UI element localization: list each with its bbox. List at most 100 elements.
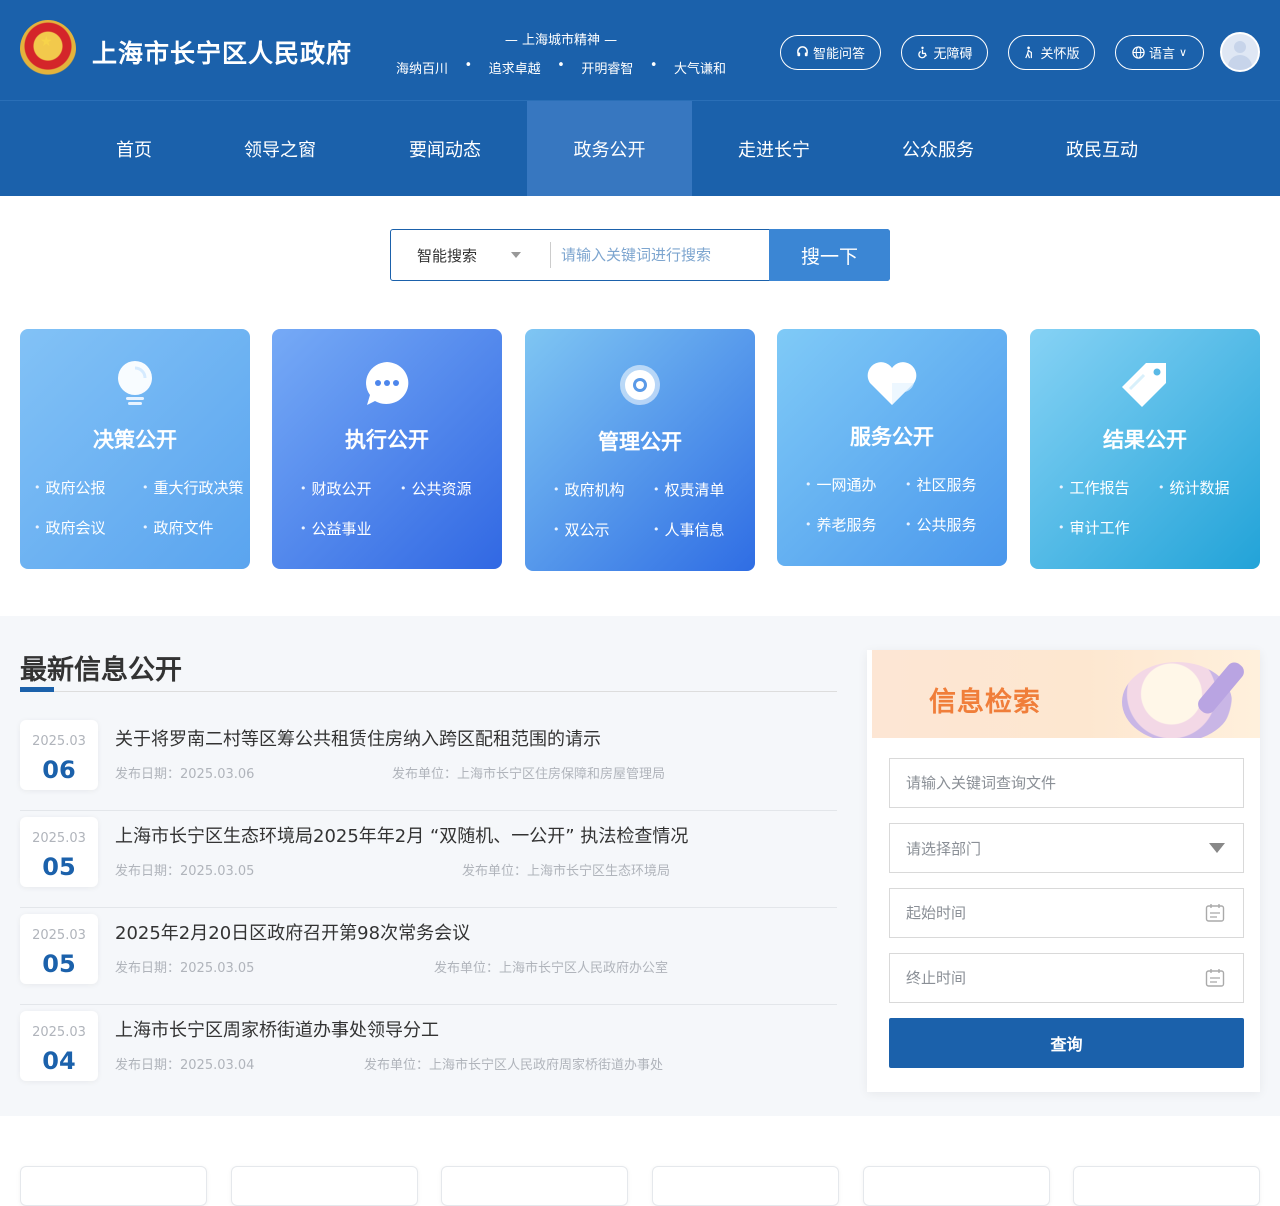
bottom-tile[interactable] (652, 1166, 839, 1206)
date-badge: 2025.03 06 (20, 720, 98, 790)
user-avatar[interactable] (1220, 32, 1260, 72)
card-link[interactable]: 重大行政决策 (142, 477, 250, 498)
start-date-field (889, 888, 1244, 938)
chevron-down-icon: ∨ (1178, 46, 1188, 59)
calendar-icon[interactable] (1205, 903, 1225, 923)
card-link[interactable]: 统计数据 (1158, 477, 1258, 498)
news-item[interactable]: 2025.03 06 关于将罗南二村等区筹公共租赁住房纳入跨区配租范围的请示 发… (20, 715, 837, 811)
card-link[interactable]: 财政公开 (300, 478, 400, 499)
keyword-field (889, 758, 1244, 808)
card-link[interactable]: 公共服务 (905, 514, 1005, 535)
news-title[interactable]: 上海市长宁区生态环境局2025年年2月 “双随机、一公开” 执法检查情况 (115, 822, 688, 848)
card-link[interactable]: 双公示 (553, 519, 653, 540)
card-link[interactable]: 政府公报 (34, 477, 142, 498)
card-title: 结果公开 (1103, 428, 1187, 452)
date-year-month: 2025.03 (32, 928, 86, 943)
date-day: 06 (42, 756, 76, 784)
avatar-body-shape (1228, 55, 1252, 70)
tag-icon (1122, 363, 1166, 407)
card-link[interactable]: 社区服务 (905, 474, 1005, 495)
search-mode-select[interactable]: 智能搜索 (417, 230, 477, 280)
card-link[interactable]: 人事信息 (653, 519, 753, 540)
card-link[interactable]: 一网通办 (805, 474, 905, 495)
language-button[interactable]: 语言 ∨ (1115, 35, 1204, 70)
search-button[interactable]: 搜一下 (769, 229, 890, 281)
keyword-input[interactable] (890, 759, 1243, 807)
accessibility-button[interactable]: 无障碍 (901, 35, 988, 70)
category-card-service[interactable]: 服务公开 一网通办 社区服务 养老服务 公共服务 (777, 329, 1007, 566)
language-label: 语言 (1148, 47, 1175, 62)
separator-dot: • (649, 58, 658, 73)
accessibility-label: 无障碍 (933, 47, 973, 62)
card-title: 服务公开 (850, 425, 934, 449)
card-link[interactable]: 权责清单 (653, 479, 753, 500)
search-input[interactable] (561, 231, 766, 279)
date-day: 05 (42, 853, 76, 881)
bottom-tile[interactable] (1073, 1166, 1260, 1206)
news-publish-date: 发布日期：2025.03.04 (115, 1058, 255, 1073)
date-day: 04 (42, 1047, 76, 1075)
nav-item-news[interactable]: 要闻动态 (363, 101, 527, 196)
card-link[interactable]: 审计工作 (1058, 517, 1158, 538)
news-title[interactable]: 2025年2月20日区政府召开第98次常务会议 (115, 919, 470, 945)
divider (550, 242, 551, 268)
caret-down-icon (1209, 843, 1225, 853)
news-item[interactable]: 2025.03 04 上海市长宁区周家桥街道办事处领导分工 发布日期：2025.… (20, 1006, 837, 1102)
headset-icon (797, 46, 808, 57)
news-item[interactable]: 2025.03 05 2025年2月20日区政府召开第98次常务会议 发布日期：… (20, 909, 837, 1005)
nav-item-leaders[interactable]: 领导之窗 (198, 101, 362, 196)
site-title[interactable]: 上海市长宁区人民政府 (92, 34, 352, 70)
card-link[interactable]: 公共资源 (400, 478, 500, 499)
gear-icon (620, 365, 660, 405)
globe-icon (1132, 46, 1145, 59)
department-select-value: 请选择部门 (906, 839, 982, 858)
card-link[interactable]: 工作报告 (1058, 477, 1158, 498)
category-card-result[interactable]: 结果公开 工作报告 统计数据 审计工作 (1030, 329, 1260, 569)
divider (20, 691, 837, 692)
city-spirit-list: 海纳百川 • 追求卓越 • 开明睿智 • 大气谦和 (396, 58, 726, 77)
city-spirit-title: — 上海城市精神 — (504, 33, 618, 48)
retrieval-banner: 信息检索 (872, 650, 1260, 738)
city-spirit-item: 追求卓越 (488, 62, 541, 77)
department-select[interactable]: 请选择部门 (889, 823, 1244, 873)
card-link[interactable]: 公益事业 (300, 518, 400, 539)
category-card-decision[interactable]: 决策公开 政府公报 重大行政决策 政府会议 政府文件 (20, 329, 250, 569)
city-spirit-item: 海纳百川 (396, 62, 449, 77)
nav-item-about-changning[interactable]: 走进长宁 (692, 101, 856, 196)
nav-item-gov-affairs[interactable]: 政务公开 (527, 101, 692, 196)
caret-down-icon[interactable] (511, 252, 521, 258)
title-underline-accent (20, 687, 54, 692)
card-link[interactable]: 养老服务 (805, 514, 905, 535)
bottom-tile[interactable] (20, 1166, 207, 1206)
date-badge: 2025.03 05 (20, 914, 98, 984)
news-publish-date: 发布日期：2025.03.05 (115, 864, 255, 879)
heart-icon (867, 362, 917, 405)
query-button[interactable]: 查询 (889, 1018, 1244, 1068)
elderly-mode-button[interactable]: 关怀版 (1008, 35, 1095, 70)
news-item[interactable]: 2025.03 05 上海市长宁区生态环境局2025年年2月 “双随机、一公开”… (20, 812, 837, 908)
start-date-input[interactable] (890, 889, 1243, 937)
elderly-person-icon (1025, 46, 1033, 59)
category-card-execution[interactable]: 执行公开 财政公开 公共资源 公益事业 (272, 329, 502, 569)
city-spirit-item: 大气谦和 (673, 62, 726, 77)
category-card-management[interactable]: 管理公开 政府机构 权责清单 双公示 人事信息 (525, 329, 755, 571)
calendar-icon[interactable] (1205, 968, 1225, 988)
bottom-tile[interactable] (441, 1166, 628, 1206)
news-publisher: 发布单位：上海市长宁区人民政府周家桥街道办事处 (364, 1058, 664, 1073)
card-link[interactable]: 政府文件 (142, 517, 250, 538)
smart-qa-button[interactable]: 智能问答 (780, 35, 881, 70)
bottom-tile[interactable] (863, 1166, 1050, 1206)
city-spirit-item: 开明睿智 (581, 62, 634, 77)
news-title[interactable]: 关于将罗南二村等区筹公共租赁住房纳入跨区配租范围的请示 (115, 725, 601, 751)
news-title[interactable]: 上海市长宁区周家桥街道办事处领导分工 (115, 1016, 439, 1042)
nav-item-interaction[interactable]: 政民互动 (1020, 101, 1184, 196)
bottom-tile[interactable] (231, 1166, 418, 1206)
national-emblem-logo (20, 20, 76, 78)
end-date-input[interactable] (890, 954, 1243, 1002)
card-link[interactable]: 政府机构 (553, 479, 653, 500)
card-link[interactable]: 政府会议 (34, 517, 142, 538)
nav-item-home[interactable]: 首页 (52, 101, 216, 196)
search-bar: 智能搜索 搜一下 (390, 229, 890, 281)
nav-item-public-services[interactable]: 公众服务 (856, 101, 1020, 196)
lightbulb-icon (118, 361, 152, 405)
